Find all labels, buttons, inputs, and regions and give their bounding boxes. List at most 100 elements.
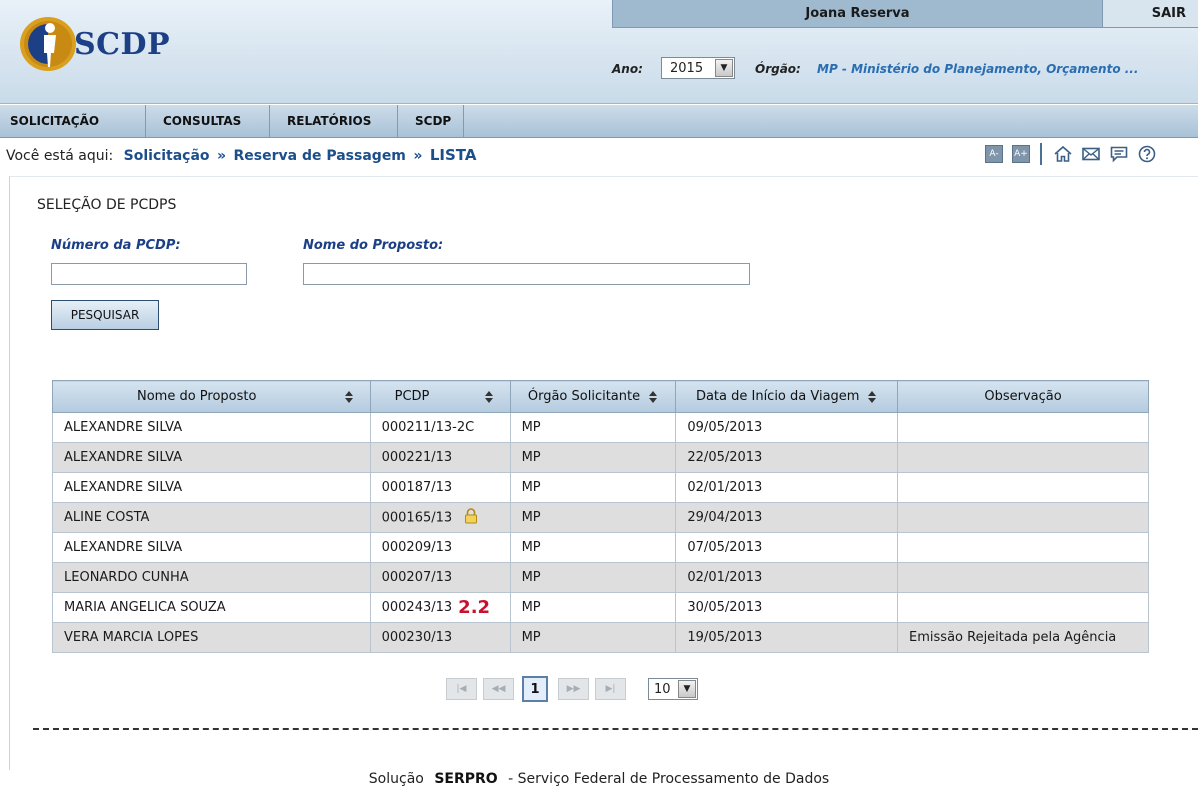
table-row[interactable]: MARIA ANGELICA SOUZA 000243/13 2.2 MP 30/05/…: [52, 592, 1149, 623]
menu-scdp[interactable]: SCDP: [398, 105, 464, 137]
col-header-data[interactable]: Data de Início da Viagem: [675, 380, 899, 413]
table-row[interactable]: ALEXANDRE SILVA 000221/13 MP 22/05/2013: [52, 442, 1149, 473]
cell-observacao: [897, 562, 1149, 593]
cell-pcdp: 000230/13: [369, 622, 511, 653]
sort-icon[interactable]: [648, 390, 658, 403]
footer-prefix: Solução: [368, 771, 424, 787]
orgao-value[interactable]: MP - Ministério do Planejamento, Orçamen…: [817, 62, 1138, 76]
menu-solicitacao[interactable]: SOLICITAÇÃO: [0, 105, 146, 137]
orgao-label: Órgão:: [755, 62, 801, 76]
cell-pcdp: 000221/13: [369, 442, 511, 473]
cell-nome-text: MARIA ANGELICA SOUZA: [64, 600, 226, 615]
logout-button[interactable]: SAIR: [1102, 0, 1198, 27]
cell-data-text: 29/04/2013: [687, 510, 763, 525]
table-row[interactable]: ALEXANDRE SILVA 000211/13-2C MP 09/05/2013: [52, 412, 1149, 443]
cell-orgao: MP: [509, 592, 677, 623]
numero-pcdp-input[interactable]: [51, 263, 247, 285]
current-page-button[interactable]: 1: [522, 676, 548, 702]
cell-orgao-text: MP: [521, 570, 541, 585]
table-row[interactable]: ALEXANDRE SILVA 000187/13 MP 02/01/2013: [52, 472, 1149, 503]
col-header-label: Nome do Proposto: [137, 389, 257, 404]
cell-orgao: MP: [509, 622, 677, 653]
cell-pcdp-text: 000211/13-2C: [381, 420, 475, 435]
cell-orgao-text: MP: [521, 420, 541, 435]
cell-data-text: 30/05/2013: [687, 600, 763, 615]
prev-page-icon[interactable]: ◀◀: [483, 678, 514, 700]
toolbar-divider: [1040, 143, 1042, 165]
numero-pcdp-label: Número da PCDP:: [51, 238, 181, 253]
cell-data-text: 22/05/2013: [687, 450, 763, 465]
cell-pcdp: 000209/13: [369, 532, 511, 563]
dropdown-arrow-icon[interactable]: ▼: [678, 680, 696, 698]
cell-orgao-text: MP: [521, 540, 541, 555]
table-row[interactable]: VERA MARCIA LOPES 000230/13 MP 19/05/2013 Em…: [52, 622, 1149, 653]
footer-divider: [33, 728, 1198, 730]
col-header-pcdp[interactable]: PCDP: [369, 380, 511, 413]
cell-nome: ALEXANDRE SILVA: [52, 442, 371, 473]
cell-data: 07/05/2013: [675, 532, 899, 563]
font-increase-button[interactable]: A+: [1012, 145, 1030, 163]
cell-orgao: MP: [509, 532, 677, 563]
sort-icon[interactable]: [867, 390, 877, 403]
cell-observacao: [897, 472, 1149, 503]
footer-brand: SERPRO: [434, 771, 498, 787]
cell-pcdp: 000165/13: [369, 502, 511, 533]
nome-proposto-input[interactable]: [303, 263, 750, 285]
first-page-icon[interactable]: |◀: [446, 678, 477, 700]
menu-relatorios[interactable]: RELATÓRIOS: [270, 105, 398, 137]
cell-nome-text: ALEXANDRE SILVA: [64, 540, 183, 555]
cell-observacao: [897, 442, 1149, 473]
table-row[interactable]: ALINE COSTA 000165/13 MP 29/04/2013: [52, 502, 1149, 533]
home-icon[interactable]: [1052, 143, 1074, 165]
cell-orgao: MP: [509, 412, 677, 443]
breadcrumb-prefix: Você está aqui:: [6, 148, 114, 164]
comment-icon[interactable]: [1108, 143, 1130, 165]
cell-orgao: MP: [509, 472, 677, 503]
help-icon[interactable]: [1136, 143, 1158, 165]
app-logo[interactable]: SCDP: [14, 14, 170, 74]
dropdown-arrow-icon[interactable]: ▼: [715, 59, 733, 77]
cell-observacao: [897, 502, 1149, 533]
cell-pcdp: 000243/13 2.2: [369, 592, 511, 623]
section-title: SELEÇÃO DE PCDPS: [37, 197, 177, 213]
cell-nome: LEONARDO CUNHA: [52, 562, 371, 593]
table-row[interactable]: ALEXANDRE SILVA 000209/13 MP 07/05/2013: [52, 532, 1149, 563]
cell-observacao: [897, 532, 1149, 563]
cell-observacao: Emissão Rejeitada pela Agência: [897, 622, 1149, 653]
cell-pcdp-text: 000209/13: [381, 540, 453, 555]
cell-data: 09/05/2013: [675, 412, 899, 443]
cell-observacao: [897, 592, 1149, 623]
sort-icon[interactable]: [344, 390, 354, 403]
page-size-select[interactable]: 10 ▼: [648, 678, 698, 700]
sort-icon[interactable]: [484, 390, 494, 403]
pesquisar-button[interactable]: PESQUISAR: [51, 300, 159, 330]
breadcrumb-separator-icon: »: [413, 148, 423, 164]
cell-orgao-text: MP: [521, 510, 541, 525]
logo-text: SCDP: [74, 26, 171, 62]
cell-data: 02/01/2013: [675, 472, 899, 503]
cell-nome-text: VERA MARCIA LOPES: [64, 630, 199, 645]
col-header-orgao[interactable]: Órgão Solicitante: [509, 380, 677, 413]
cell-data: 19/05/2013: [675, 622, 899, 653]
cell-data-text: 02/01/2013: [687, 570, 763, 585]
page-size-value: 10: [654, 681, 671, 697]
breadcrumb-solicitacao[interactable]: Solicitação: [124, 148, 210, 164]
main-menu: SOLICITAÇÃO CONSULTAS RELATÓRIOS SCDP: [0, 105, 1198, 138]
ano-select[interactable]: 2015 ▼: [661, 57, 735, 79]
font-decrease-button[interactable]: A-: [985, 145, 1003, 163]
mail-icon[interactable]: [1080, 143, 1102, 165]
last-page-icon[interactable]: ▶|: [595, 678, 626, 700]
menu-consultas[interactable]: CONSULTAS: [146, 105, 270, 137]
pcdp-table: Nome do Proposto PCDP Órgão Solicitante: [52, 380, 1149, 653]
cell-nome: MARIA ANGELICA SOUZA: [52, 592, 371, 623]
cell-data: 30/05/2013: [675, 592, 899, 623]
table-row[interactable]: LEONARDO CUNHA 000207/13 MP 02/01/2013: [52, 562, 1149, 593]
footer: Solução SERPRO - Serviço Federal de Proc…: [0, 771, 1198, 787]
cell-orgao: MP: [509, 442, 677, 473]
cell-nome-text: ALINE COSTA: [64, 510, 150, 525]
next-page-icon[interactable]: ▶▶: [558, 678, 589, 700]
cell-nome: ALEXANDRE SILVA: [52, 532, 371, 563]
col-header-nome[interactable]: Nome do Proposto: [52, 380, 371, 413]
breadcrumb-reserva[interactable]: Reserva de Passagem: [234, 148, 406, 164]
cell-orgao-text: MP: [521, 630, 541, 645]
